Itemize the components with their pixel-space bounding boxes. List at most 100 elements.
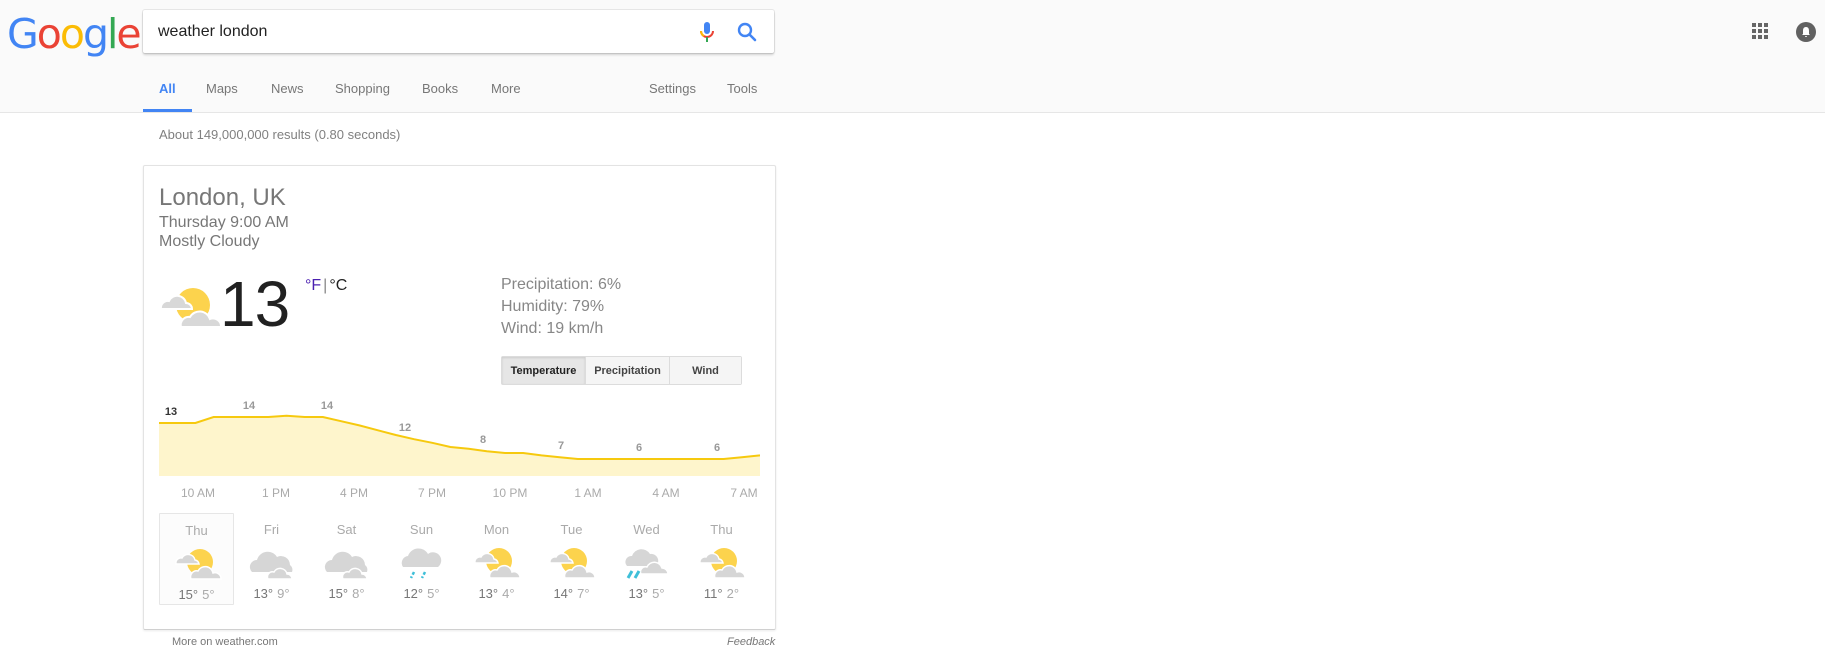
tab-books[interactable]: Books xyxy=(422,78,458,112)
chart-data-label: 6 xyxy=(714,442,720,454)
logo-letter: e xyxy=(116,10,141,58)
forecast-low: 5° xyxy=(427,586,440,601)
forecast-day[interactable]: Sat 15° 8° xyxy=(309,513,384,605)
partly-cloudy-icon xyxy=(549,548,596,579)
wind-value: Wind: 19 km/h xyxy=(501,320,604,337)
forecast-low: 5° xyxy=(652,586,665,601)
chart-x-tick-label: 10 AM xyxy=(180,486,216,500)
unit-toggle: °F | °C xyxy=(305,277,347,295)
search-input[interactable] xyxy=(158,10,678,53)
google-logo[interactable]: Google xyxy=(7,10,142,58)
temperature-button[interactable]: Temperature xyxy=(502,357,586,384)
forecast-day-name: Fri xyxy=(263,522,280,537)
forecast-day[interactable]: Wed 13° 5° xyxy=(609,513,684,605)
weather-card: London, UK Thursday 9:00 AM Mostly Cloud… xyxy=(143,165,776,630)
chart-area-fill xyxy=(159,415,760,476)
forecast-high: 15° xyxy=(328,586,349,601)
search-icon[interactable] xyxy=(735,20,759,44)
weather-condition: Mostly Cloudy xyxy=(159,233,260,250)
forecast-temps: 12° 5° xyxy=(384,586,459,601)
forecast-day[interactable]: Fri 13° 9° xyxy=(234,513,309,605)
rain-icon xyxy=(401,548,442,579)
forecast-day[interactable]: Tue 14° 7° xyxy=(534,513,609,605)
tools-link[interactable]: Tools xyxy=(727,78,757,112)
humidity-value: Humidity: 79% xyxy=(501,298,605,315)
tab-maps[interactable]: Maps xyxy=(206,78,238,112)
chart-data-label: 14 xyxy=(321,400,334,412)
forecast-high: 13° xyxy=(478,586,499,601)
forecast-day-name: Mon xyxy=(483,522,510,537)
forecast-low: 9° xyxy=(277,586,290,601)
mic-icon[interactable] xyxy=(695,20,719,44)
forecast-high: 13° xyxy=(253,586,274,601)
forecast-day-name: Wed xyxy=(633,522,660,537)
feedback-link[interactable]: Feedback xyxy=(727,636,775,648)
wind-button[interactable]: Wind xyxy=(670,357,741,384)
forecast-temps: 15° 8° xyxy=(309,586,384,601)
forecast-day[interactable]: Thu 15° 5° xyxy=(159,513,234,605)
forecast-high: 14° xyxy=(553,586,574,601)
forecast-low: 4° xyxy=(502,586,515,601)
forecast-low: 7° xyxy=(577,586,590,601)
forecast-day-name: Thu xyxy=(185,523,208,538)
cloudy-icon xyxy=(249,551,293,580)
forecast-high: 15° xyxy=(178,587,199,602)
forecast-day[interactable]: Mon 13° 4° xyxy=(459,513,534,605)
chart-data-label: 12 xyxy=(399,422,411,434)
chart-x-labels: 10 AM 1 PM 4 PM 7 PM 10 PM 1 AM 4 AM 7 AM xyxy=(159,486,760,506)
logo-letter: G xyxy=(7,10,39,58)
chart-data-label: 13 xyxy=(165,406,177,418)
forecast-temps: 13° 5° xyxy=(609,586,684,601)
partly-cloudy-icon xyxy=(159,288,222,328)
celsius-toggle[interactable]: °C xyxy=(329,277,347,294)
forecast-day[interactable]: Thu 11° 2° xyxy=(684,513,759,605)
cloudy-icon xyxy=(324,551,368,580)
forecast-low: 5° xyxy=(202,587,215,602)
chart-x-tick-label: 10 PM xyxy=(492,486,528,500)
forecast-temps: 14° 7° xyxy=(534,586,609,601)
partly-cloudy-icon xyxy=(175,549,222,580)
more-on-weather-link[interactable]: More on weather.com xyxy=(172,636,278,648)
tab-all[interactable]: All xyxy=(143,78,191,112)
precipitation-value: Precipitation: 6% xyxy=(501,276,622,293)
forecast-low: 8° xyxy=(352,586,365,601)
forecast-day-name: Sun xyxy=(409,522,434,537)
chart-data-label: 8 xyxy=(480,434,486,446)
chart-data-label: 14 xyxy=(243,400,256,412)
partly-cloudy-icon xyxy=(474,548,521,579)
unit-separator: | xyxy=(323,277,328,294)
forecast-temps: 13° 9° xyxy=(234,586,309,601)
chart-mode-buttons: Temperature Precipitation Wind xyxy=(501,356,742,385)
forecast-day-name: Sat xyxy=(336,522,357,537)
chart-x-tick-label: 4 AM xyxy=(652,486,680,500)
forecast-temps: 13° 4° xyxy=(459,586,534,601)
partly-cloudy-icon xyxy=(699,548,746,579)
header: Google All Maps News Shopping Books More… xyxy=(0,0,1825,113)
tab-news[interactable]: News xyxy=(271,78,304,112)
chart-data-label: 7 xyxy=(558,440,564,452)
logo-letter: g xyxy=(82,10,109,58)
chart-x-tick-label: 7 PM xyxy=(417,486,447,500)
logo-letter: o xyxy=(36,10,62,58)
forecast-temps: 15° 5° xyxy=(160,587,233,602)
forecast-low: 2° xyxy=(726,586,740,601)
current-temperature: 13 xyxy=(220,268,290,340)
rain-cloudy-icon xyxy=(625,549,669,579)
weather-details: Precipitation: 6% Humidity: 79% Wind: 19… xyxy=(501,274,621,340)
forecast-day-name: Thu xyxy=(710,522,733,537)
forecast-day-name: Tue xyxy=(560,522,583,537)
settings-link[interactable]: Settings xyxy=(649,78,696,112)
fahrenheit-toggle[interactable]: °F xyxy=(305,277,321,294)
precipitation-button[interactable]: Precipitation xyxy=(586,357,670,384)
tab-shopping[interactable]: Shopping xyxy=(335,78,390,112)
result-stats: About 149,000,000 results (0.80 seconds) xyxy=(159,127,401,142)
apps-grid-icon[interactable] xyxy=(1752,23,1768,39)
chart-x-tick-label: 7 AM xyxy=(730,486,758,500)
bell-icon[interactable] xyxy=(1796,22,1816,42)
chart-x-tick-label: 1 AM xyxy=(574,486,602,500)
forecast-day[interactable]: Sun 12° 5° xyxy=(384,513,459,605)
weather-location: London, UK xyxy=(159,184,286,211)
daily-forecast: Thu 15° 5° Fri 13° 9° Sat 15° 8° Sun 12° 5° Mon 13° 4°… xyxy=(159,513,760,605)
search-box xyxy=(143,10,774,53)
tab-more[interactable]: More xyxy=(491,78,521,112)
